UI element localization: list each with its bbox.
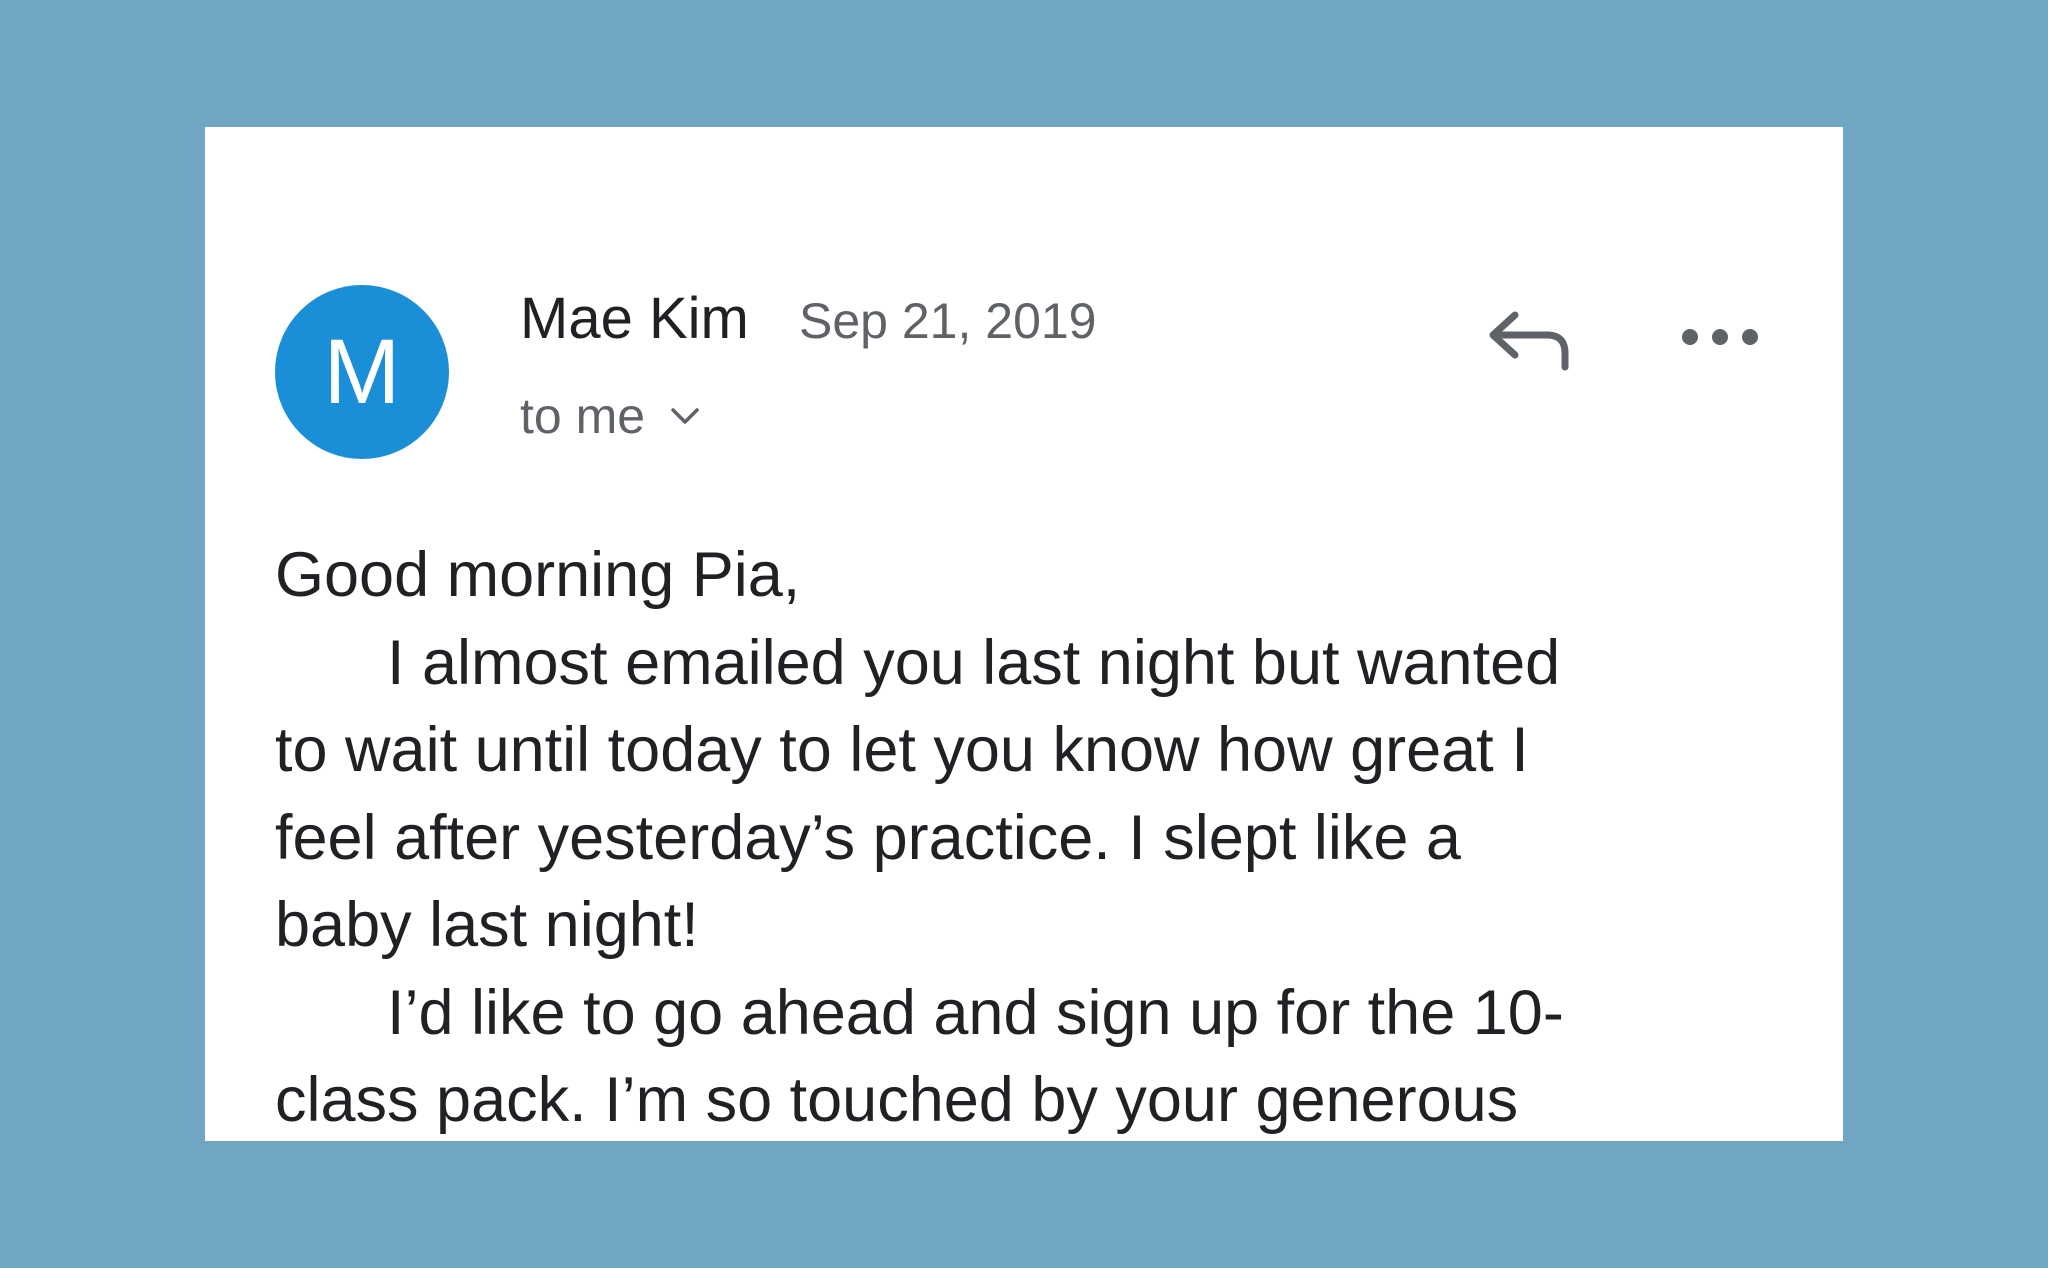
body-line: to wait until today to let you know how … (275, 715, 1529, 785)
body-line: class pack. I’m so touched by your gener… (275, 1065, 1519, 1135)
email-date: Sep 21, 2019 (799, 293, 1097, 349)
body-line: I almost emailed you last night but want… (387, 627, 1561, 698)
chevron-down-icon (671, 408, 699, 424)
reply-icon[interactable] (1485, 297, 1575, 377)
body-line: Good morning Pia, (275, 540, 801, 610)
body-line: feel after yesterday’s practice. I slept… (275, 802, 1461, 873)
sender-name: Mae Kim (520, 286, 749, 351)
body-line: I’d like to go ahead and sign up for the… (387, 977, 1564, 1048)
email-card: M Mae Kim Sep 21, 2019 to me Good mornin… (205, 127, 1843, 1141)
email-body: Good morning Pia, I almost emailed you l… (275, 532, 1795, 1141)
recipient-details-toggle[interactable]: to me (520, 381, 701, 451)
body-line: baby last night! (275, 890, 699, 960)
avatar[interactable]: M (275, 285, 449, 459)
recipient-label: to me (520, 388, 646, 444)
more-options-icon[interactable] (1675, 307, 1765, 367)
